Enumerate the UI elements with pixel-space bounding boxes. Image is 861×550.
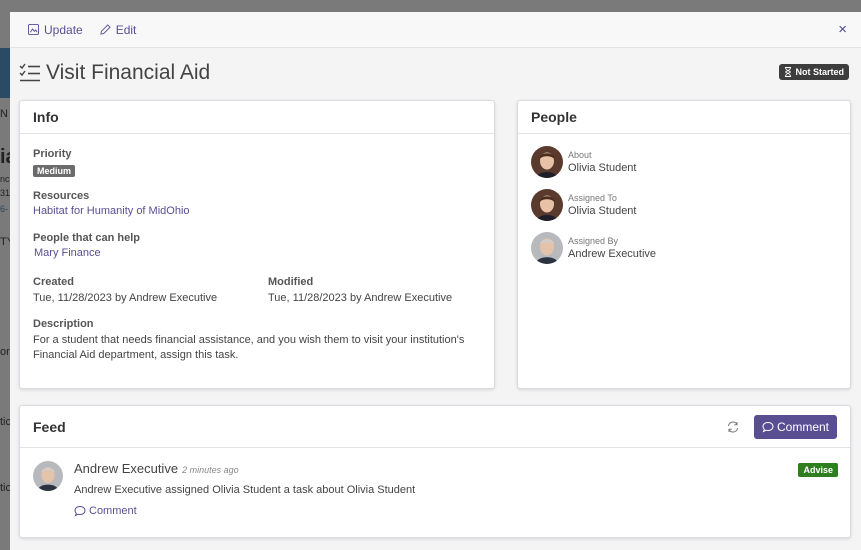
info-card-header: Info <box>20 101 494 134</box>
modal-toolbar: Update Edit × <box>10 12 861 48</box>
comment-button[interactable]: Comment <box>753 414 837 439</box>
background-text: N <box>0 108 8 120</box>
people-card: People About Olivia Student Assigned To … <box>517 100 851 389</box>
avatar <box>531 146 563 178</box>
page-title: Visit Financial Aid <box>46 61 211 84</box>
feed-card: Feed Comment Andrew Executive 2 minutes a… <box>19 405 851 538</box>
background-text: nc <box>0 174 10 184</box>
hourglass-icon <box>785 67 792 77</box>
info-card: Info Priority Medium Resources Habitat f… <box>19 100 495 389</box>
description-value: For a student that needs financial assis… <box>33 334 465 361</box>
edit-button-label: Edit <box>115 22 137 37</box>
pencil-icon <box>100 24 111 35</box>
helpers-label: People that can help <box>33 232 140 244</box>
feed-text: Andrew Executive assigned Olivia Student… <box>74 484 416 496</box>
background-text: or <box>0 346 10 358</box>
modified-field: Modified Tue, 11/28/2023 by Andrew Execu… <box>268 276 452 306</box>
description-field: Description For a student that needs fin… <box>33 318 483 363</box>
checklist-icon <box>19 63 40 82</box>
avatar <box>33 461 63 491</box>
modified-label: Modified <box>268 276 314 288</box>
person-assigned-to[interactable]: Assigned To Olivia Student <box>531 189 636 221</box>
avatar <box>531 189 563 221</box>
feed-actions: Comment <box>726 414 837 439</box>
feed-card-header: Feed Comment <box>20 406 850 448</box>
comment-button-label: Comment <box>776 419 829 434</box>
person-assigned-by[interactable]: Assigned By Andrew Executive <box>531 232 656 264</box>
close-button[interactable]: × <box>838 21 847 38</box>
image-icon <box>28 24 39 35</box>
speech-bubble-icon <box>74 505 86 517</box>
person-role: Assigned To <box>568 193 617 203</box>
people-card-header: People <box>518 101 850 134</box>
background-text: 6- <box>0 204 9 214</box>
background-text: 31 <box>0 188 11 198</box>
created-value: Tue, 11/28/2023 by Andrew Executive <box>33 292 218 304</box>
priority-badge: Medium <box>33 165 76 177</box>
helpers-field: People that can help Mary Finance <box>33 232 140 259</box>
feed-timestamp: 2 minutes ago <box>182 465 239 475</box>
status-badge: Not Started <box>779 64 849 80</box>
description-label: Description <box>33 318 94 330</box>
feed-comment-link[interactable]: Comment <box>74 505 415 517</box>
created-label: Created <box>33 276 74 288</box>
feed-author[interactable]: Andrew Executive <box>74 461 178 476</box>
status-badge-label: Not Started <box>795 67 844 77</box>
resources-label: Resources <box>33 190 90 202</box>
background-header-strip <box>0 48 10 98</box>
person-role: Assigned By <box>568 236 619 246</box>
created-field: Created Tue, 11/28/2023 by Andrew Execut… <box>33 276 217 306</box>
resources-field: Resources Habitat for Humanity of MidOhi… <box>33 190 190 217</box>
person-name: Olivia Student <box>568 205 637 217</box>
edit-button[interactable]: Edit <box>100 22 137 37</box>
person-name: Andrew Executive <box>568 248 657 260</box>
task-modal: Update Edit × Visit Financial Aid Not St… <box>10 12 861 550</box>
person-name: Olivia Student <box>568 162 637 174</box>
advise-badge: Advise <box>798 463 838 477</box>
priority-field: Priority Medium <box>33 148 76 177</box>
helper-link[interactable]: Mary Finance <box>34 247 140 259</box>
speech-bubble-icon <box>762 421 774 432</box>
refresh-icon[interactable] <box>726 420 740 434</box>
feed-entry-body: Andrew Executive 2 minutes ago Andrew Exe… <box>74 461 415 517</box>
title-row: Visit Financial Aid Not Started <box>10 48 861 98</box>
update-button-label: Update <box>44 22 83 37</box>
feed-comment-label: Comment <box>89 505 137 517</box>
avatar <box>531 232 563 264</box>
person-role: About <box>568 150 592 160</box>
modified-value: Tue, 11/28/2023 by Andrew Executive <box>268 292 453 304</box>
feed-title: Feed <box>33 418 66 435</box>
update-button[interactable]: Update <box>28 23 83 37</box>
person-about[interactable]: About Olivia Student <box>531 146 636 178</box>
resource-link[interactable]: Habitat for Humanity of MidOhio <box>33 205 190 217</box>
priority-label: Priority <box>33 148 72 160</box>
